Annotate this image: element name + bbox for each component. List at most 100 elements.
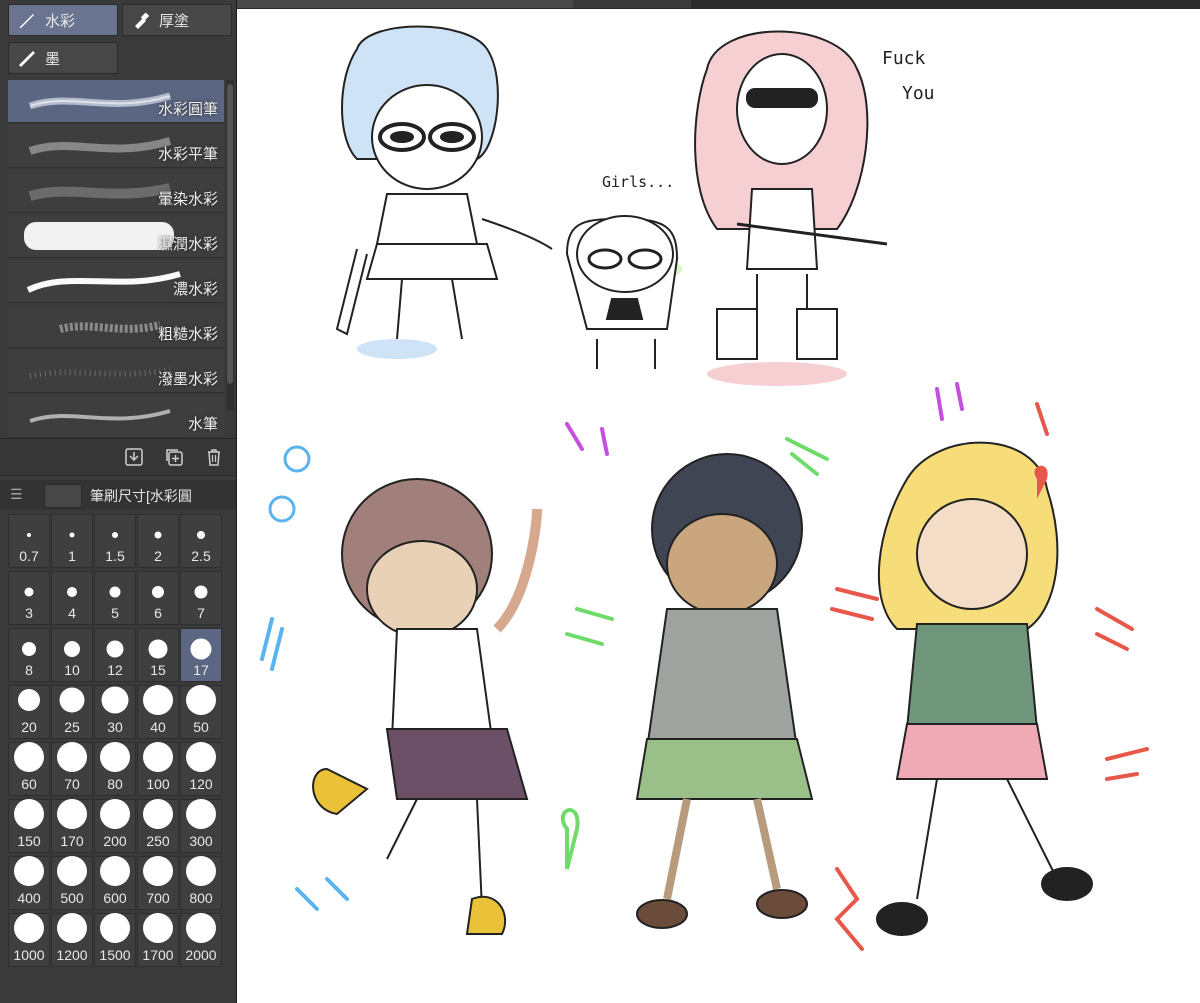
brush-size-label: 1500	[99, 947, 131, 963]
trash-icon[interactable]	[202, 445, 226, 469]
heart-doodle	[560, 808, 580, 870]
brush-size-option[interactable]: 250	[137, 799, 179, 853]
brush-size-option[interactable]: 5	[94, 571, 136, 625]
brush-size-dot	[64, 641, 80, 657]
brush-size-option[interactable]: 800	[180, 856, 222, 910]
dancing-character-blonde	[876, 441, 1093, 936]
brush-size-option[interactable]: 40	[137, 685, 179, 739]
document-tab[interactable]	[573, 0, 691, 8]
brush-size-option[interactable]: 300	[180, 799, 222, 853]
add-copy-icon[interactable]	[162, 445, 186, 469]
brush-size-option[interactable]: 17	[180, 628, 222, 682]
brush-size-option[interactable]: 25	[51, 685, 93, 739]
brush-size-dot	[186, 856, 216, 886]
tab-watercolor[interactable]: 水彩	[8, 4, 118, 36]
brush-size-label: 70	[64, 776, 80, 792]
brush-size-option[interactable]: 700	[137, 856, 179, 910]
brush-label: 暈染水彩	[157, 191, 218, 208]
brush-size-label: 170	[60, 833, 84, 849]
brush-size-dot	[143, 856, 173, 886]
brush-size-option[interactable]: 7	[180, 571, 222, 625]
brush-size-label: 800	[189, 890, 213, 906]
brush-item[interactable]: 水彩圓筆	[8, 80, 224, 123]
brush-size-option[interactable]: 10	[51, 628, 93, 682]
brush-list-scrollbar[interactable]	[226, 80, 234, 410]
brush-size-option[interactable]: 2	[137, 514, 179, 568]
download-icon[interactable]	[122, 445, 146, 469]
brush-size-option[interactable]: 30	[94, 685, 136, 739]
brush-size-dot	[69, 532, 75, 538]
brush-size-option[interactable]: 1000	[8, 913, 50, 967]
drawing-canvas[interactable]: Fuck You Girls...	[237, 9, 1200, 1003]
brush-size-option[interactable]: 400	[8, 856, 50, 910]
brush-size-option[interactable]: 2.5	[180, 514, 222, 568]
brush-size-dot	[143, 685, 173, 715]
brush-size-option[interactable]: 500	[51, 856, 93, 910]
brush-item[interactable]: 暈染水彩	[8, 170, 224, 213]
brush-size-option[interactable]: 1500	[94, 913, 136, 967]
brush-item[interactable]: 濕潤水彩	[8, 215, 224, 258]
tab-thick-paint[interactable]: 厚塗	[122, 4, 232, 36]
brush-item[interactable]: 粗糙水彩	[8, 305, 224, 348]
brush-size-option[interactable]: 150	[8, 799, 50, 853]
brush-size-option[interactable]: 12	[94, 628, 136, 682]
brush-size-option[interactable]: 70	[51, 742, 93, 796]
brush-size-label: 2000	[185, 947, 217, 963]
sketch-character-small	[565, 215, 682, 369]
brush-size-option[interactable]: 20	[8, 685, 50, 739]
brush-size-option[interactable]: 600	[94, 856, 136, 910]
brush-size-option[interactable]: 120	[180, 742, 222, 796]
brush-size-label: 2	[154, 548, 162, 564]
brush-item[interactable]: 水筆	[8, 395, 224, 438]
brush-size-option[interactable]: 8	[8, 628, 50, 682]
ink-brush-icon	[19, 51, 35, 67]
brush-size-dot	[14, 913, 44, 943]
pen-tab-icon[interactable]	[44, 484, 82, 508]
brush-size-option[interactable]: 0.7	[8, 514, 50, 568]
speech-text: Fuck	[882, 48, 926, 69]
tab-label: 厚塗	[159, 12, 190, 30]
sketch-character-right	[694, 30, 888, 386]
brush-size-label: 12	[107, 662, 123, 678]
brush-label: 濕潤水彩	[157, 236, 218, 253]
brush-size-option[interactable]: 1.5	[94, 514, 136, 568]
tab-ink[interactable]: 墨	[8, 42, 118, 74]
brush-size-option[interactable]: 50	[180, 685, 222, 739]
brush-size-dot	[100, 856, 130, 886]
scrollbar-thumb[interactable]	[227, 84, 233, 384]
brush-size-option[interactable]: 170	[51, 799, 93, 853]
brush-size-option[interactable]: 1200	[51, 913, 93, 967]
tab-label: 水彩	[45, 12, 76, 30]
brush-size-label: 1.5	[105, 548, 125, 564]
flower-doodle	[283, 445, 311, 473]
brush-size-dot	[194, 585, 208, 599]
brush-size-dot	[100, 742, 130, 772]
brush-size-option[interactable]: 4	[51, 571, 93, 625]
brush-size-option[interactable]: 1	[51, 514, 93, 568]
brush-size-label: 700	[146, 890, 170, 906]
brush-list: 水彩圓筆 水彩平筆 暈染水彩 濕潤水彩 濃水彩 粗糙水彩 潑墨水彩 水筆	[8, 80, 224, 440]
brush-item[interactable]: 水彩平筆	[8, 125, 224, 168]
brush-size-label: 1000	[13, 947, 45, 963]
brush-size-dot	[197, 531, 205, 539]
brush-size-option[interactable]: 60	[8, 742, 50, 796]
brush-size-dot	[59, 687, 85, 713]
brush-size-option[interactable]: 200	[94, 799, 136, 853]
hamburger-menu-icon[interactable]: ☰	[10, 486, 23, 503]
brush-size-option[interactable]: 100	[137, 742, 179, 796]
brush-size-option[interactable]: 3	[8, 571, 50, 625]
brush-item[interactable]: 潑墨水彩	[8, 350, 224, 393]
brush-size-option[interactable]: 15	[137, 628, 179, 682]
brush-item[interactable]: 濃水彩	[8, 260, 224, 303]
brush-size-panel-header: ☰ 筆刷尺寸[水彩圓	[0, 480, 236, 510]
brush-size-option[interactable]: 1700	[137, 913, 179, 967]
brush-size-dot	[22, 642, 36, 656]
sketch-character-left	[335, 25, 553, 359]
brush-size-title: 筆刷尺寸[水彩圓	[90, 488, 192, 504]
brush-size-option[interactable]: 2000	[180, 913, 222, 967]
brush-size-label: 1700	[142, 947, 174, 963]
brush-size-option[interactable]: 6	[137, 571, 179, 625]
brush-size-option[interactable]: 80	[94, 742, 136, 796]
document-tab[interactable]	[237, 0, 575, 8]
sub-tool-panel: 水彩 厚塗 墨 水彩圓筆 水彩平筆 暈染水彩 濕潤水彩 濃水彩 粗糙水彩 潑墨水…	[0, 0, 237, 1003]
